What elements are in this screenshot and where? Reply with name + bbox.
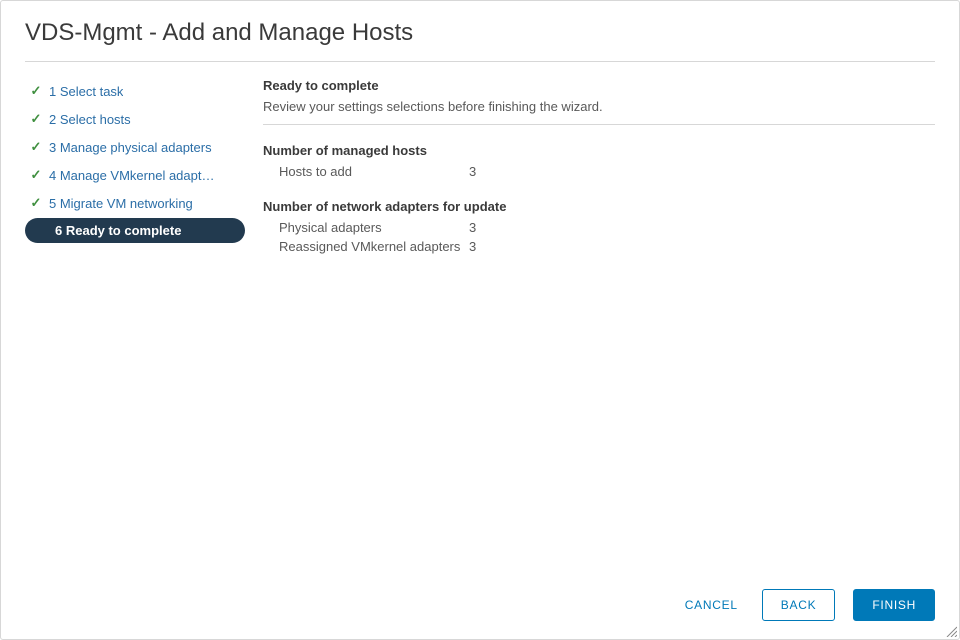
wizard-step-label: 4 Manage VMkernel adapt… [49,168,214,183]
checkmark-icon: ✓ [29,111,43,127]
summary-key: Hosts to add [279,164,469,179]
summary-value: 3 [469,164,476,179]
summary-group-title: Number of network adapters for update [263,199,935,214]
checkmark-icon: ✓ [29,83,43,99]
wizard-step-5[interactable]: ✓ 5 Migrate VM networking [25,190,245,216]
dialog-title: VDS-Mgmt - Add and Manage Hosts [25,19,935,62]
wizard-step-6[interactable]: 6 Ready to complete [25,218,245,243]
summary-group-adapters: Number of network adapters for update Ph… [263,199,935,256]
summary-value: 3 [469,220,476,235]
wizard-step-label: 3 Manage physical adapters [49,140,212,155]
wizard-step-2[interactable]: ✓ 2 Select hosts [25,106,245,132]
cancel-button[interactable]: CANCEL [679,590,744,620]
dialog-body: ✓ 1 Select task ✓ 2 Select hosts ✓ 3 Man… [25,78,935,256]
wizard-step-label: 2 Select hosts [49,112,131,127]
summary-group-title: Number of managed hosts [263,143,935,158]
resize-grip-icon[interactable] [945,625,957,637]
wizard-step-4[interactable]: ✓ 4 Manage VMkernel adapt… [25,162,245,188]
wizard-step-1[interactable]: ✓ 1 Select task [25,78,245,104]
wizard-step-3[interactable]: ✓ 3 Manage physical adapters [25,134,245,160]
checkmark-icon: ✓ [29,139,43,155]
dialog-footer: CANCEL BACK FINISH [679,589,935,621]
wizard-step-label: 1 Select task [49,84,123,99]
summary-row: Reassigned VMkernel adapters 3 [263,237,935,256]
content-heading: Ready to complete [263,78,935,93]
content-subheading: Review your settings selections before f… [263,99,935,125]
finish-button[interactable]: FINISH [853,589,935,621]
summary-row: Physical adapters 3 [263,218,935,237]
summary-group-hosts: Number of managed hosts Hosts to add 3 [263,143,935,181]
summary-value: 3 [469,239,476,254]
summary-key: Reassigned VMkernel adapters [279,239,469,254]
checkmark-icon: ✓ [29,167,43,183]
wizard-steps-sidebar: ✓ 1 Select task ✓ 2 Select hosts ✓ 3 Man… [25,78,245,256]
summary-key: Physical adapters [279,220,469,235]
checkmark-icon: ✓ [29,195,43,211]
wizard-step-label: 5 Migrate VM networking [49,196,193,211]
back-button[interactable]: BACK [762,589,836,621]
wizard-dialog: VDS-Mgmt - Add and Manage Hosts ✓ 1 Sele… [0,0,960,640]
wizard-content: Ready to complete Review your settings s… [245,78,935,256]
summary-row: Hosts to add 3 [263,162,935,181]
wizard-step-label: 6 Ready to complete [55,223,181,238]
